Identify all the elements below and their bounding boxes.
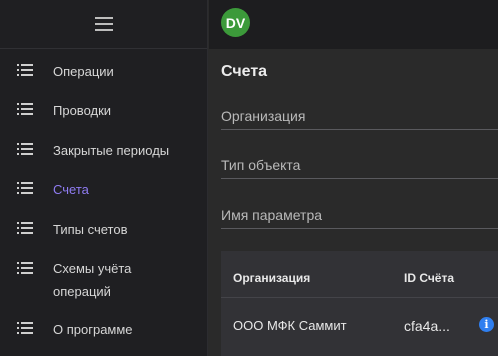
column-header-organization[interactable]: Организация xyxy=(233,271,310,285)
sidebar-item-label: О программе xyxy=(53,322,133,337)
sidebar-item-label: Закрытые периоды xyxy=(53,143,170,158)
page-title: Счета xyxy=(221,63,268,80)
top-bar: DV xyxy=(209,0,498,49)
list-icon xyxy=(17,222,33,234)
organization-field[interactable]: Организация xyxy=(221,102,498,130)
sidebar-header xyxy=(0,0,207,49)
column-header-account-id[interactable]: ID Счёта xyxy=(404,271,454,285)
table-header: Организация ID Счёта xyxy=(221,251,498,298)
table-row[interactable]: ООО МФК Саммит cfa4a... i xyxy=(221,298,498,356)
main-content: DV Счета Организация Тип объекта Имя пар… xyxy=(209,0,498,356)
list-icon xyxy=(17,103,33,115)
list-icon xyxy=(17,64,33,76)
object-type-field[interactable]: Тип объекта xyxy=(221,151,498,179)
list-icon xyxy=(17,322,33,334)
organization-field-label: Организация xyxy=(221,108,306,124)
sidebar-item-label: Проводки xyxy=(53,103,112,118)
sidebar-item-label: Счета xyxy=(53,182,89,197)
list-icon xyxy=(17,143,33,155)
sidebar-item-label: Типы счетов xyxy=(53,222,128,237)
cell-organization: ООО МФК Саммит xyxy=(233,318,347,333)
avatar[interactable]: DV xyxy=(221,8,250,37)
sidebar-item-label: Схемы учёта xyxy=(53,261,132,276)
list-icon xyxy=(17,182,33,194)
info-icon[interactable]: i xyxy=(479,317,494,332)
accounts-table: Организация ID Счёта ООО МФК Саммит cfa4… xyxy=(221,251,498,356)
object-type-field-label: Тип объекта xyxy=(221,157,301,173)
sidebar-item-label-line2: операций xyxy=(53,284,111,299)
parameter-name-field[interactable]: Имя параметра xyxy=(221,201,498,229)
sidebar-item-label: Операции xyxy=(53,64,114,79)
hamburger-menu-icon[interactable] xyxy=(89,11,119,37)
sidebar: Операции Проводки Закрытые периоды Счета… xyxy=(0,0,208,356)
parameter-name-field-label: Имя параметра xyxy=(221,207,323,223)
sidebar-item-accounting-schemes[interactable]: Схемы учёта операций xyxy=(0,261,208,304)
list-icon xyxy=(17,262,33,274)
cell-account-id: cfa4a... xyxy=(404,318,450,334)
